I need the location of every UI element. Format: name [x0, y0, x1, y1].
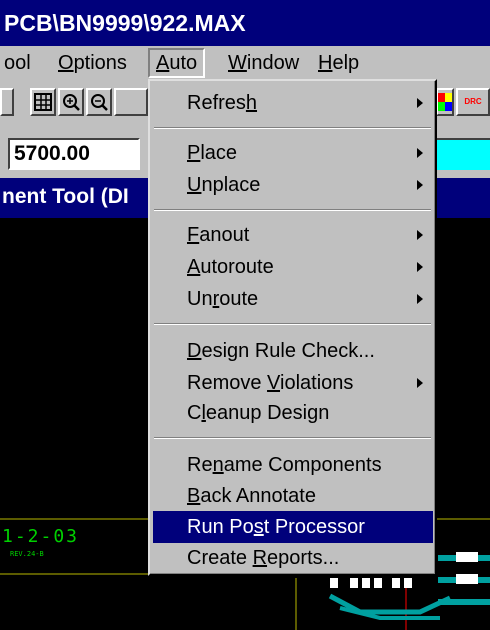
menu-item-cleanup-design[interactable]: Cleanup Design	[153, 397, 433, 429]
menu-item-back-annotate[interactable]: Back Annotate	[153, 480, 433, 512]
menu-item-unroute[interactable]: Unroute	[153, 283, 433, 315]
layer-color-indicator[interactable]	[432, 138, 490, 170]
menu-options[interactable]: Options	[52, 50, 133, 76]
toolbar-button-partial[interactable]	[0, 88, 14, 116]
zoom-out-icon[interactable]	[86, 88, 112, 116]
grid-icon[interactable]	[30, 88, 56, 116]
menu-item-fanout[interactable]: Fanout	[153, 219, 433, 251]
zoom-area-icon[interactable]	[114, 88, 148, 116]
color-palette-icon[interactable]	[436, 88, 454, 116]
menu-separator	[154, 209, 431, 211]
board-revision-label: REV.24-B	[10, 550, 44, 558]
submenu-arrow-icon	[417, 180, 423, 190]
menu-item-run-post-processor[interactable]: Run Post Processor	[153, 511, 433, 543]
menu-item-unplace[interactable]: Unplace	[153, 169, 433, 201]
drc-button[interactable]: DRC	[456, 88, 490, 116]
submenu-arrow-icon	[417, 230, 423, 240]
auto-dropdown-menu: Refresh Place Unplace Fanout Autoroute U…	[148, 79, 437, 576]
menu-item-design-rule-check[interactable]: Design Rule Check...	[153, 335, 433, 367]
coordinate-field[interactable]: 5700.00	[8, 138, 140, 170]
menu-separator	[154, 437, 431, 439]
submenu-arrow-icon	[417, 294, 423, 304]
menu-tool[interactable]: ool	[0, 50, 37, 76]
zoom-in-icon[interactable]	[58, 88, 84, 116]
menu-auto[interactable]: Auto	[148, 48, 206, 78]
menu-item-rename-components[interactable]: Rename Components	[153, 449, 433, 481]
menu-window[interactable]: Window	[222, 50, 305, 76]
window-title: PCB\BN9999\922.MAX	[0, 0, 490, 46]
submenu-arrow-icon	[417, 262, 423, 272]
board-label: 1-2-03	[2, 526, 80, 547]
submenu-arrow-icon	[417, 98, 423, 108]
submenu-arrow-icon	[417, 378, 423, 388]
menu-item-autoroute[interactable]: Autoroute	[153, 251, 433, 283]
menu-item-place[interactable]: Place	[153, 137, 433, 169]
menu-help[interactable]: Help	[312, 50, 365, 76]
submenu-arrow-icon	[417, 148, 423, 158]
menu-item-refresh[interactable]: Refresh	[153, 87, 433, 119]
menu-item-create-reports[interactable]: Create Reports...	[153, 542, 433, 574]
menu-separator	[154, 323, 431, 325]
menu-bar: ool Options Auto Window Help	[0, 46, 490, 80]
menu-item-remove-violations[interactable]: Remove Violations	[153, 367, 433, 399]
menu-separator	[154, 127, 431, 129]
